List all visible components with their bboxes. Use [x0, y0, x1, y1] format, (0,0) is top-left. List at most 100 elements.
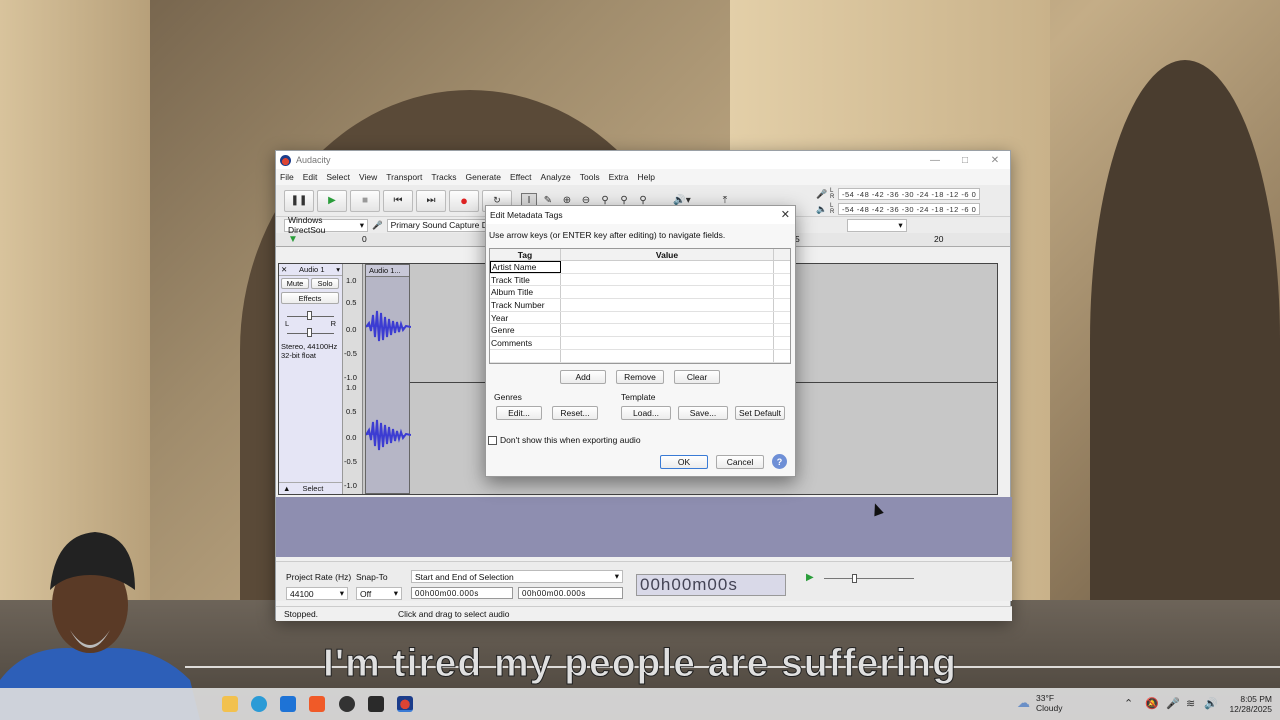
skip-start-button[interactable]: ⏮	[383, 189, 413, 212]
checkbox-box[interactable]	[488, 435, 497, 445]
value-cell[interactable]	[561, 299, 774, 311]
app-icon[interactable]	[368, 696, 384, 712]
wifi-icon[interactable]: ≋	[1186, 697, 1195, 710]
close-icon[interactable]: ✕	[980, 151, 1010, 169]
play-button[interactable]: ▶	[317, 189, 347, 212]
cancel-button[interactable]: Cancel	[716, 455, 764, 469]
playback-meter[interactable]: 🔈 LR -54 -48 -42 -36 -30 -24 -18 -12 -6 …	[816, 202, 981, 216]
effects-button[interactable]: Effects	[281, 292, 339, 304]
audio-clip[interactable]: Audio 1...	[365, 264, 411, 494]
value-cell[interactable]	[561, 349, 774, 362]
table-row[interactable]: Track Number	[490, 299, 790, 312]
menu-edit[interactable]: Edit	[303, 172, 318, 182]
volume-icon[interactable]: 🔊	[1204, 697, 1218, 710]
track-close-icon[interactable]: ✕	[281, 265, 287, 274]
time-display[interactable]: 00h00m00s	[636, 574, 786, 596]
stop-button[interactable]: ■	[350, 189, 380, 212]
track-control-panel[interactable]: ✕ Audio 1 ▾ Mute Solo Effects L R Stereo…	[279, 264, 343, 494]
table-row[interactable]: Artist Name	[490, 261, 790, 274]
track-menu-icon[interactable]: ▾	[336, 265, 340, 274]
weather-widget[interactable]: ☁ 33°F Cloudy	[1017, 693, 1062, 713]
template-save-button[interactable]: Save...	[678, 406, 728, 420]
audio-host-select[interactable]: Windows DirectSou ▾	[284, 215, 368, 235]
help-icon[interactable]: ?	[772, 454, 787, 469]
value-cell[interactable]	[561, 337, 774, 349]
dialog-close-icon[interactable]: ✕	[781, 208, 790, 221]
clear-button[interactable]: Clear	[674, 370, 720, 384]
metadata-table[interactable]: Tag Value Artist Name Track Title Album …	[489, 248, 791, 364]
set-default-button[interactable]: Set Default	[735, 406, 785, 420]
playback-device-select[interactable]: ▾	[846, 218, 907, 232]
microphone-tray-icon[interactable]: 🎤	[1166, 697, 1180, 710]
add-button[interactable]: Add	[560, 370, 606, 384]
empty-track-area[interactable]	[276, 497, 1012, 557]
menu-effect[interactable]: Effect	[510, 172, 532, 182]
dont-show-checkbox[interactable]: Don't show this when exporting audio	[488, 435, 641, 445]
table-row[interactable]: Genre	[490, 324, 790, 338]
project-rate-select[interactable]: 44100 ▾	[286, 587, 348, 600]
file-explorer-icon[interactable]	[222, 696, 238, 712]
menu-help[interactable]: Help	[637, 172, 654, 182]
gain-slider[interactable]	[287, 309, 334, 320]
obs-icon[interactable]	[339, 696, 355, 712]
selection-start-time[interactable]: 00h00m00.000s	[411, 587, 513, 599]
play-head-arrow-icon[interactable]: ▼	[288, 234, 298, 245]
select-track-button[interactable]: Select	[294, 484, 323, 493]
play-speed-slider[interactable]	[824, 574, 914, 583]
genres-reset-button[interactable]: Reset...	[552, 406, 598, 420]
minimize-icon[interactable]: —	[920, 151, 950, 169]
snap-to-select[interactable]: Off ▾	[356, 587, 402, 600]
value-cell[interactable]	[561, 324, 774, 337]
tag-cell[interactable]: Year	[490, 311, 561, 324]
menu-transport[interactable]: Transport	[386, 172, 422, 182]
menu-tools[interactable]: Tools	[580, 172, 600, 182]
genres-edit-button[interactable]: Edit...	[496, 406, 542, 420]
brave-icon[interactable]	[309, 696, 325, 712]
clip-name[interactable]: Audio 1...	[366, 265, 409, 277]
tag-cell[interactable]: Track Number	[490, 299, 561, 311]
table-row[interactable]: Comments	[490, 337, 790, 350]
table-row[interactable]	[490, 349, 790, 363]
value-cell[interactable]	[561, 286, 774, 299]
value-cell[interactable]	[561, 273, 774, 286]
value-cell[interactable]	[561, 261, 774, 273]
skip-end-button[interactable]: ⏭	[416, 189, 446, 212]
edge-icon[interactable]	[251, 696, 267, 712]
mute-button[interactable]: Mute	[281, 278, 309, 289]
record-button[interactable]: ●	[449, 189, 479, 212]
ok-button[interactable]: OK	[660, 455, 708, 469]
pause-button[interactable]: ❚❚	[284, 189, 314, 212]
menu-tracks[interactable]: Tracks	[431, 172, 456, 182]
chevron-up-icon[interactable]: ⌃	[1124, 697, 1133, 710]
tag-cell[interactable]: Album Title	[490, 286, 561, 299]
dont-show-label[interactable]: Don't show this when exporting audio	[500, 435, 641, 445]
table-row[interactable]: Track Title	[490, 273, 790, 287]
value-cell[interactable]	[561, 311, 774, 324]
tag-cell[interactable]: Genre	[490, 324, 561, 337]
record-meter[interactable]: 🎤 LR -54 -48 -42 -36 -30 -24 -18 -12 -6 …	[816, 187, 981, 201]
recording-device-select[interactable]: Primary Sound Capture Dri	[386, 218, 487, 232]
tag-cell[interactable]: Artist Name	[490, 261, 561, 273]
play-at-speed-icon[interactable]: ▶	[806, 572, 814, 583]
remove-button[interactable]: Remove	[616, 370, 664, 384]
menu-file[interactable]: File	[280, 172, 294, 182]
notification-off-icon[interactable]: 🔕	[1145, 697, 1159, 710]
table-row[interactable]: Album Title	[490, 286, 790, 300]
track-name[interactable]: Audio 1	[299, 265, 324, 274]
clock[interactable]: 8:05 PM 12/28/2025	[1226, 694, 1272, 714]
menu-analyze[interactable]: Analyze	[541, 172, 571, 182]
selection-mode-select[interactable]: Start and End of Selection ▾	[411, 570, 623, 583]
menu-view[interactable]: View	[359, 172, 377, 182]
pan-slider[interactable]	[287, 328, 334, 337]
tag-cell[interactable]: Comments	[490, 337, 561, 349]
template-load-button[interactable]: Load...	[621, 406, 671, 420]
menu-extra[interactable]: Extra	[609, 172, 629, 182]
selection-end-time[interactable]: 00h00m00.000s	[518, 587, 623, 599]
browser-icon[interactable]	[280, 696, 296, 712]
menu-generate[interactable]: Generate	[466, 172, 501, 182]
audacity-taskbar-icon[interactable]	[397, 696, 413, 712]
menu-select[interactable]: Select	[326, 172, 350, 182]
table-row[interactable]: Year	[490, 311, 790, 325]
tag-cell[interactable]: Track Title	[490, 273, 561, 286]
tag-cell[interactable]	[490, 349, 561, 362]
